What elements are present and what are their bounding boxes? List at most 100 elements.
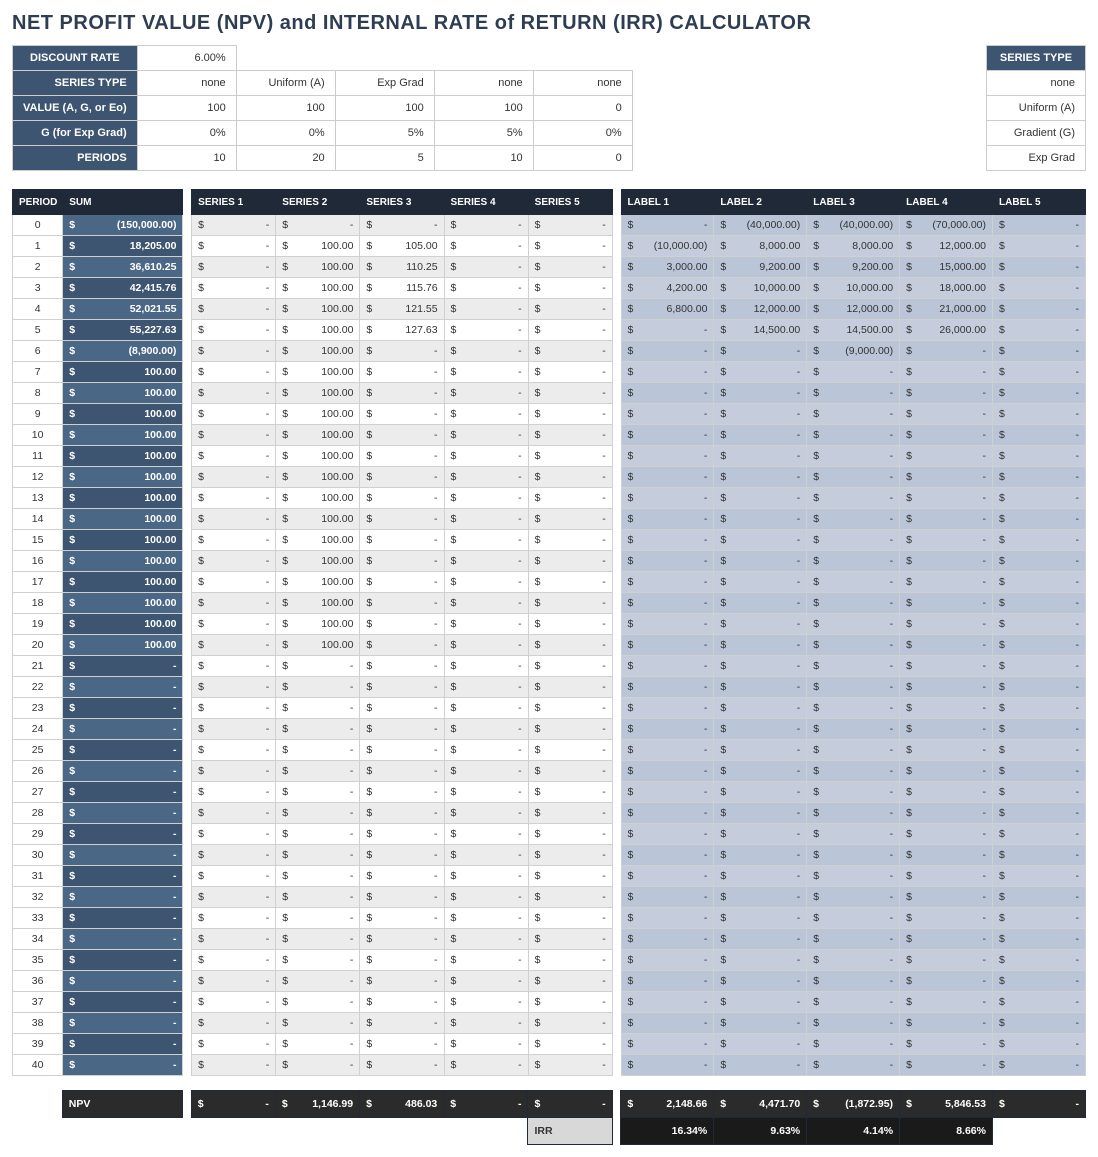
label-cell[interactable]: $12,000.00 (714, 299, 807, 320)
series-cell[interactable]: $- (192, 257, 276, 278)
series-cell[interactable]: $- (444, 719, 528, 740)
label-cell[interactable]: $- (621, 551, 714, 572)
label-cell[interactable]: $- (807, 593, 900, 614)
label-cell[interactable]: $- (621, 488, 714, 509)
series-cell[interactable]: $- (276, 824, 360, 845)
label-cell[interactable]: $- (993, 782, 1086, 803)
label-cell[interactable]: $- (900, 740, 993, 761)
label-cell[interactable]: $14,500.00 (714, 320, 807, 341)
series-cell[interactable]: $- (444, 572, 528, 593)
series-cell[interactable]: $- (360, 971, 444, 992)
label-cell[interactable]: $- (714, 803, 807, 824)
series-cell[interactable]: $- (528, 278, 612, 299)
label-cell[interactable]: $- (807, 404, 900, 425)
series-cell[interactable]: $- (192, 236, 276, 257)
label-cell[interactable]: $- (621, 1055, 714, 1076)
label-cell[interactable]: $- (714, 971, 807, 992)
series-cell[interactable]: $100.00 (276, 299, 360, 320)
label-cell[interactable]: $- (621, 572, 714, 593)
series-cell[interactable]: $- (360, 908, 444, 929)
series-cell[interactable]: $- (528, 971, 612, 992)
series-cell[interactable]: $- (192, 782, 276, 803)
label-cell[interactable]: $- (993, 1034, 1086, 1055)
series-cell[interactable]: $- (528, 236, 612, 257)
label-cell[interactable]: $9,200.00 (807, 257, 900, 278)
series-cell[interactable]: $- (528, 614, 612, 635)
series-cell[interactable]: $- (276, 971, 360, 992)
series-cell[interactable]: $- (528, 299, 612, 320)
series-cell[interactable]: $- (192, 656, 276, 677)
series-cell[interactable]: $127.63 (360, 320, 444, 341)
series-cell[interactable]: $- (360, 488, 444, 509)
series-cell[interactable]: $- (528, 656, 612, 677)
series-cell[interactable]: $- (444, 992, 528, 1013)
param-series-type-2[interactable]: Uniform (A) (236, 71, 335, 96)
label-cell[interactable]: $- (993, 215, 1086, 236)
label-cell[interactable]: $- (900, 698, 993, 719)
param-series-type-3[interactable]: Exp Grad (335, 71, 434, 96)
label-cell[interactable]: $- (993, 1055, 1086, 1076)
series-cell[interactable]: $- (528, 719, 612, 740)
series-cell[interactable]: $- (528, 845, 612, 866)
series-cell[interactable]: $- (444, 656, 528, 677)
label-cell[interactable]: $- (807, 698, 900, 719)
label-cell[interactable]: $- (993, 362, 1086, 383)
label-cell[interactable]: $- (621, 467, 714, 488)
series-cell[interactable]: $- (192, 971, 276, 992)
series-cell[interactable]: $- (444, 761, 528, 782)
series-cell[interactable]: $- (192, 1055, 276, 1076)
label-cell[interactable]: $- (621, 887, 714, 908)
series-cell[interactable]: $- (360, 362, 444, 383)
series-cell[interactable]: $- (528, 572, 612, 593)
series-cell[interactable]: $- (276, 1034, 360, 1055)
label-cell[interactable]: $- (993, 761, 1086, 782)
series-cell[interactable]: $- (192, 1013, 276, 1034)
label-cell[interactable]: $- (807, 635, 900, 656)
label-cell[interactable]: $- (807, 887, 900, 908)
label-cell[interactable]: $- (993, 971, 1086, 992)
label-cell[interactable]: $- (714, 509, 807, 530)
series-cell[interactable]: $- (444, 971, 528, 992)
series-cell[interactable]: $- (528, 992, 612, 1013)
label-cell[interactable]: $- (993, 341, 1086, 362)
series-cell[interactable]: $- (528, 677, 612, 698)
series-cell[interactable]: $- (276, 845, 360, 866)
series-cell[interactable]: $- (444, 299, 528, 320)
label-cell[interactable]: $- (621, 992, 714, 1013)
param-periods-4[interactable]: 10 (434, 146, 533, 171)
series-cell[interactable]: $- (528, 803, 612, 824)
series-cell[interactable]: $- (192, 950, 276, 971)
label-cell[interactable]: $- (714, 341, 807, 362)
label-cell[interactable]: $- (807, 383, 900, 404)
label-cell[interactable]: $- (714, 488, 807, 509)
label-cell[interactable]: $- (807, 677, 900, 698)
label-cell[interactable]: $6,800.00 (621, 299, 714, 320)
series-cell[interactable]: $- (360, 509, 444, 530)
series-cell[interactable]: $- (444, 803, 528, 824)
label-cell[interactable]: $(40,000.00) (714, 215, 807, 236)
label-cell[interactable]: $- (807, 1013, 900, 1034)
label-cell[interactable]: $- (993, 866, 1086, 887)
label-cell[interactable]: $- (714, 614, 807, 635)
series-cell[interactable]: $100.00 (276, 341, 360, 362)
label-cell[interactable]: $- (621, 656, 714, 677)
label-cell[interactable]: $(9,000.00) (807, 341, 900, 362)
series-cell[interactable]: $- (360, 383, 444, 404)
series-cell[interactable]: $- (192, 425, 276, 446)
series-cell[interactable]: $- (360, 425, 444, 446)
label-cell[interactable]: $8,000.00 (807, 236, 900, 257)
param-discount-rate[interactable]: 6.00% (137, 46, 236, 71)
series-cell[interactable]: $- (360, 593, 444, 614)
label-cell[interactable]: $- (714, 551, 807, 572)
series-cell[interactable]: $- (360, 530, 444, 551)
label-cell[interactable]: $- (900, 467, 993, 488)
label-cell[interactable]: $- (621, 446, 714, 467)
series-cell[interactable]: $- (360, 341, 444, 362)
series-cell[interactable]: $- (360, 992, 444, 1013)
series-cell[interactable]: $- (276, 215, 360, 236)
label-cell[interactable]: $- (993, 446, 1086, 467)
label-cell[interactable]: $- (900, 551, 993, 572)
series-cell[interactable]: $- (444, 908, 528, 929)
series-cell[interactable]: $- (528, 824, 612, 845)
label-cell[interactable]: $- (621, 362, 714, 383)
